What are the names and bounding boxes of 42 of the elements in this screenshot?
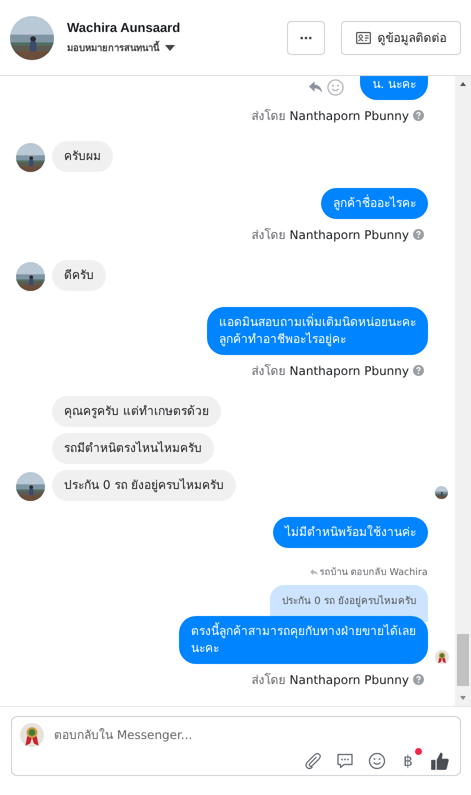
contact-card-icon bbox=[356, 32, 370, 44]
reply-label: รถบ้าน ตอบกลับ Wachira bbox=[319, 566, 428, 579]
message-bubble: ประกัน 0 รถ ยังอยู่ครบไหมครับ bbox=[52, 470, 236, 501]
message-bubble: น. นะคะ bbox=[360, 76, 428, 100]
help-icon[interactable] bbox=[413, 674, 424, 685]
more-button[interactable] bbox=[287, 20, 325, 54]
reply-icon[interactable] bbox=[308, 80, 324, 94]
emoji-icon[interactable] bbox=[368, 752, 386, 770]
help-icon[interactable] bbox=[413, 229, 424, 240]
contact-name: Wachira Aunsaard bbox=[67, 20, 182, 35]
sender-name: Nanthaporn Pbunny bbox=[290, 364, 409, 378]
message-bubble: รถมีตำหนิตรงไหนไหมครับ bbox=[52, 433, 214, 464]
paperclip-icon[interactable] bbox=[304, 752, 322, 770]
sender-name: Nanthaporn Pbunny bbox=[290, 108, 409, 122]
sent-by-label: ส่งโดย bbox=[252, 672, 286, 689]
sender-name: Nanthaporn Pbunny bbox=[290, 672, 409, 686]
message-bubble: ลูกค้าชื่ออะไรคะ bbox=[321, 188, 428, 219]
message-bubble: ดีครับ bbox=[52, 260, 106, 291]
avatar bbox=[10, 16, 54, 60]
sent-by-label: ส่งโดย bbox=[252, 108, 286, 125]
help-icon[interactable] bbox=[413, 365, 424, 376]
sent-by-label: ส่งโดย bbox=[252, 363, 286, 380]
assign-dropdown[interactable]: มอบหมายการสนทนานี้ bbox=[67, 40, 175, 55]
scrollbar[interactable] bbox=[455, 76, 471, 706]
caret-icon bbox=[165, 44, 175, 50]
message-bubble: แอดมินสอบถามเพิ่มเติมนิดหน่อยนะคะ ลูกค้าทำอาชีพอะไรอยู่คะ bbox=[207, 307, 428, 355]
message-bubble: คุณครูครับ แต่ทำเกษตรด้วย bbox=[52, 396, 221, 427]
help-icon[interactable] bbox=[413, 110, 424, 121]
sender-name: Nanthaporn Pbunny bbox=[290, 228, 409, 242]
reply-field[interactable]: ตอบกลับใน Messenger... ฿ bbox=[11, 716, 461, 776]
message-bubble: ไม่มีตำหนิพร้อมใช้งานค่ะ bbox=[273, 517, 428, 548]
chat-bubble-icon[interactable] bbox=[336, 752, 354, 770]
message-bubble: ตรงนี้ลูกค้าสามารถคุยกับทางฝ่ายขายได้เลย นะคะ bbox=[179, 616, 428, 664]
thumbs-up-icon[interactable] bbox=[430, 751, 450, 771]
sent-by-label: ส่งโดย bbox=[252, 227, 286, 244]
more-icon bbox=[300, 36, 312, 40]
scroll-thumb[interactable] bbox=[457, 634, 469, 686]
reply-icon bbox=[310, 568, 318, 574]
contact-info-button[interactable]: ดูข้อมูลติดต่อ bbox=[341, 20, 461, 54]
message-bubble: ครับผม bbox=[52, 141, 113, 172]
payment-button[interactable]: ฿ bbox=[400, 752, 416, 770]
avatar bbox=[20, 723, 44, 747]
